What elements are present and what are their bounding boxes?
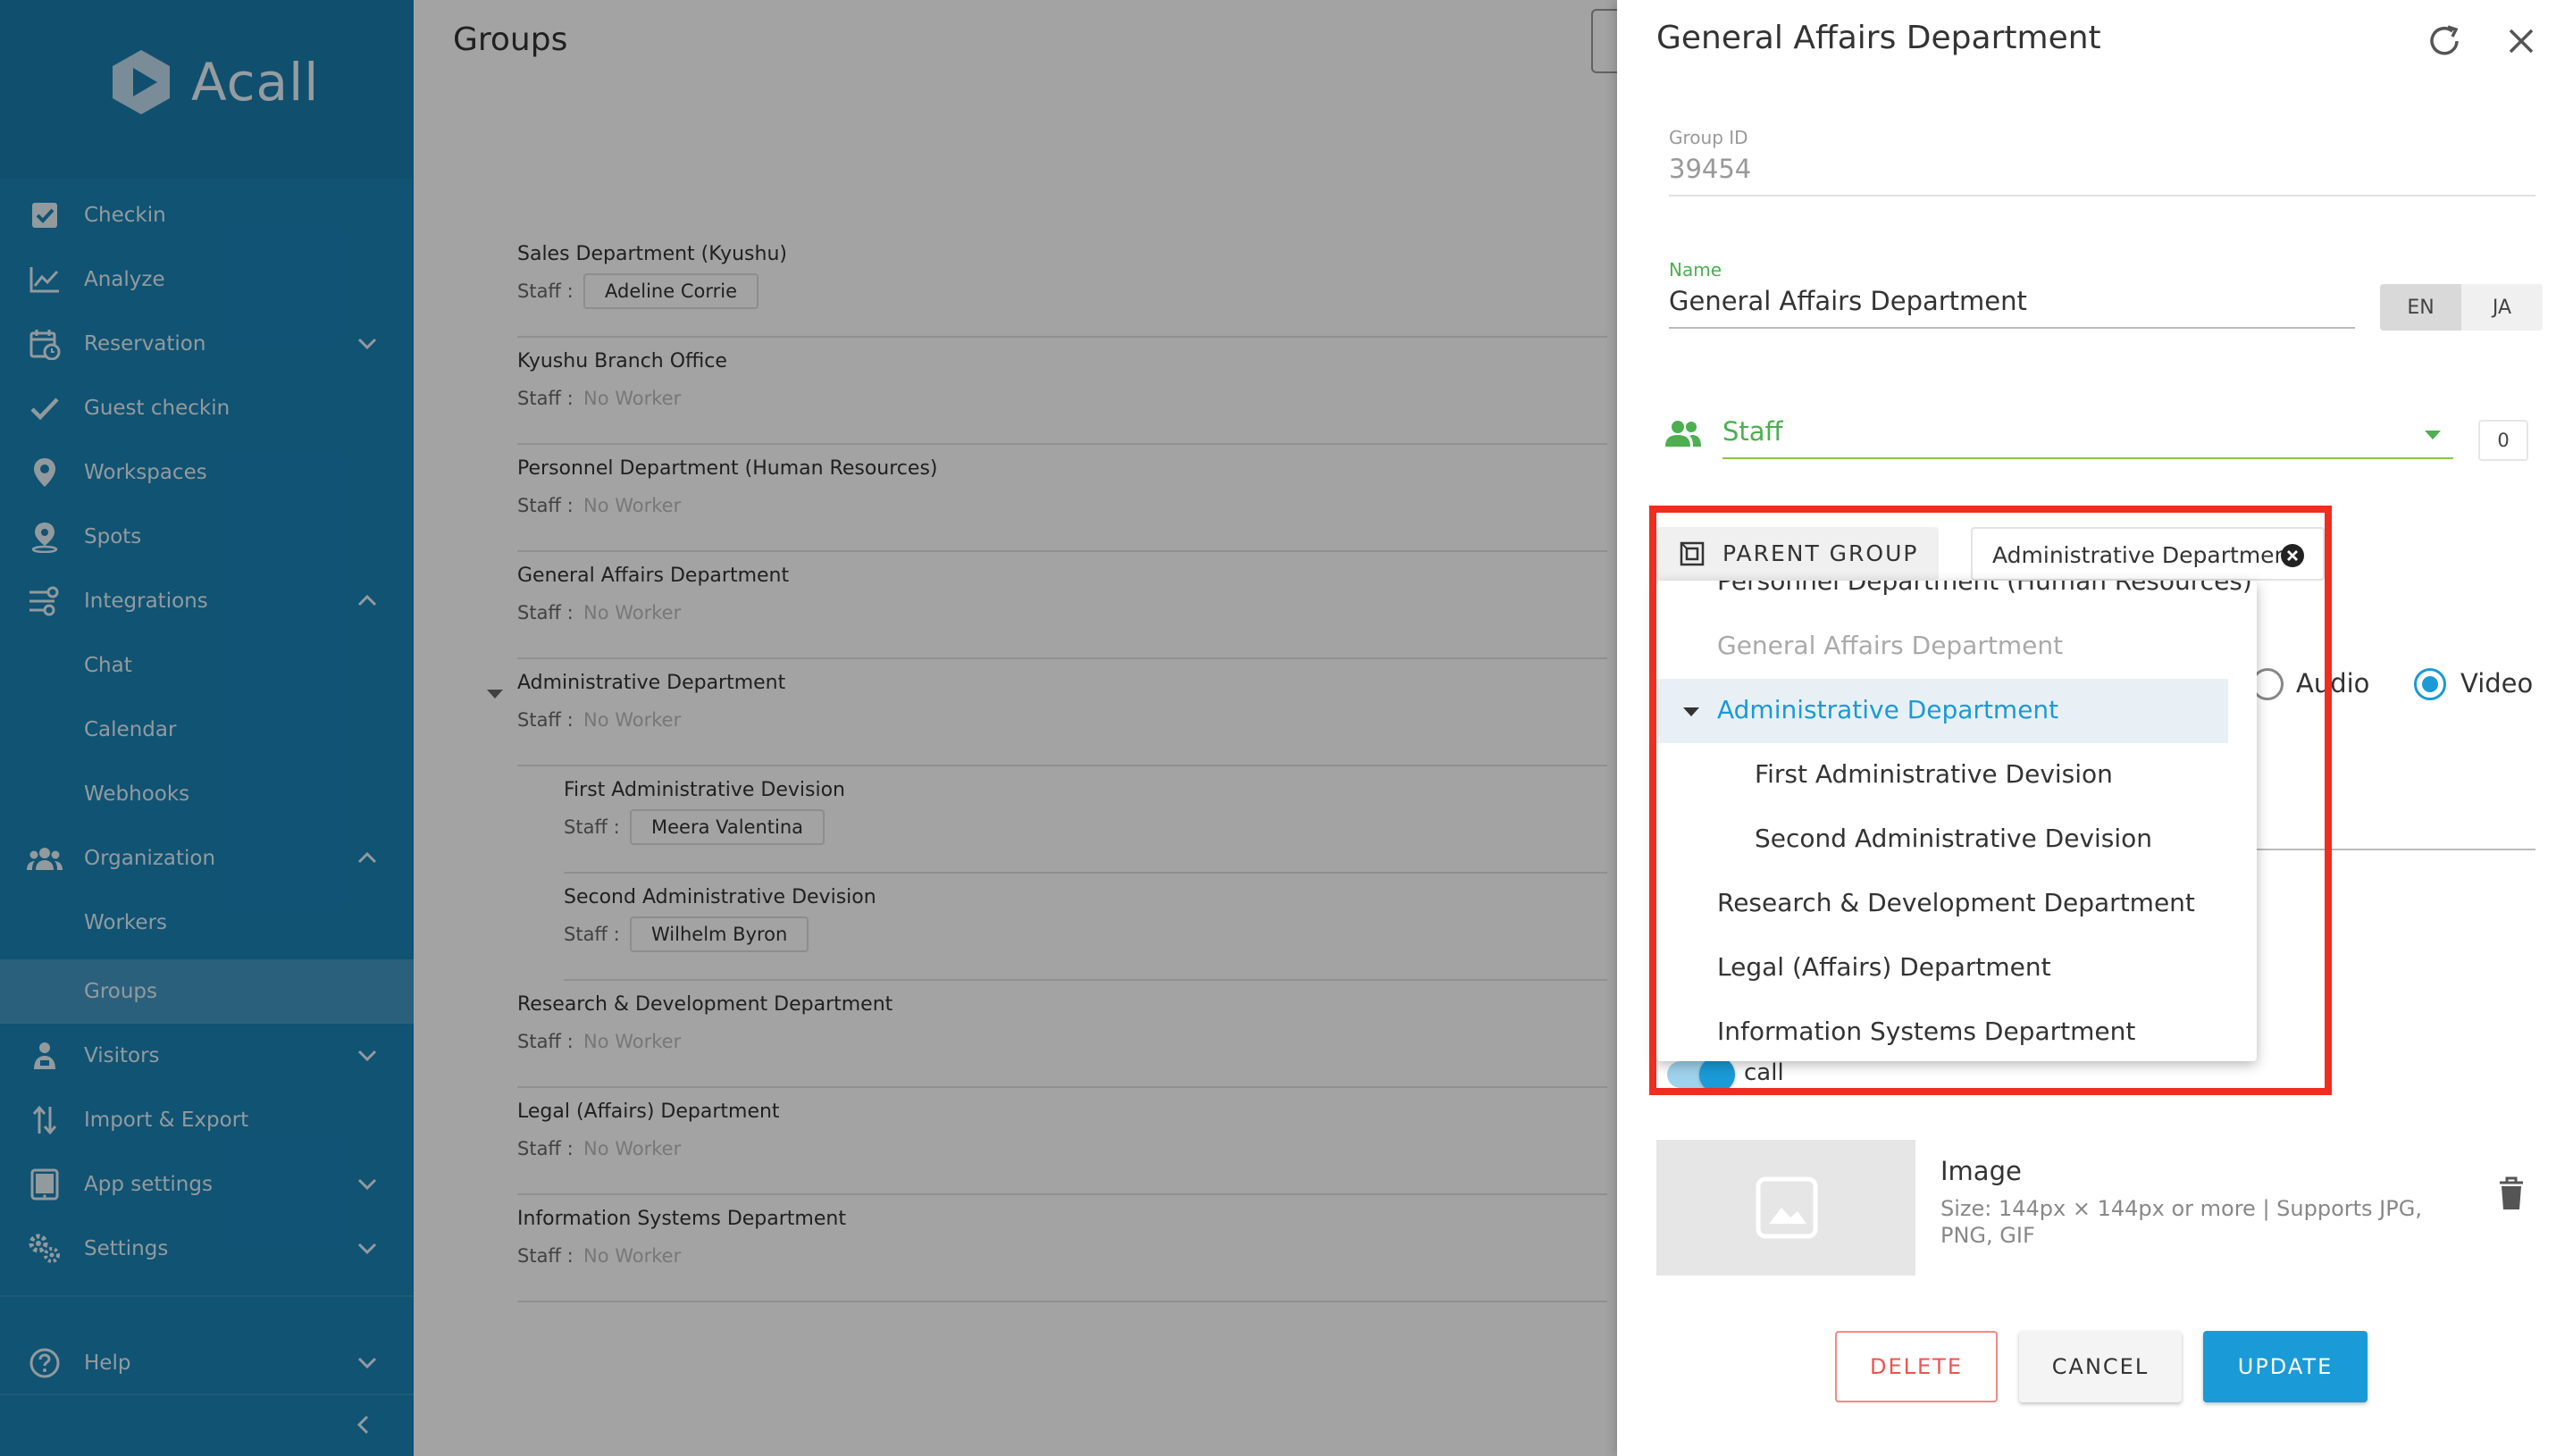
image-icon (1756, 1176, 1818, 1239)
image-title: Image (1940, 1156, 2022, 1186)
trash-icon[interactable] (2496, 1176, 2527, 1211)
dropdown-caret-icon[interactable] (2425, 431, 2441, 439)
staff-count: 0 (2478, 420, 2528, 461)
language-toggle: EN JA (2380, 284, 2543, 331)
video-radio[interactable] (2414, 668, 2446, 700)
video-radio-label: Video (2460, 668, 2534, 699)
image-placeholder[interactable] (1656, 1140, 1915, 1276)
panel-title: General Affairs Department (1656, 20, 2101, 56)
staff-underline (1722, 457, 2453, 459)
lang-en-button[interactable]: EN (2380, 284, 2461, 331)
refresh-icon[interactable] (2425, 21, 2464, 61)
modal-backdrop[interactable] (0, 0, 1617, 1456)
name-field[interactable]: General Affairs Department (1669, 286, 2027, 316)
group-id-label: Group ID (1669, 127, 1748, 148)
staff-select[interactable]: Staff (1722, 416, 1783, 447)
group-id-underline (1669, 195, 2535, 197)
image-description: Size: 144px × 144px or more | Supports J… (1940, 1196, 2422, 1248)
group-id-value: 39454 (1669, 154, 1752, 184)
delete-button[interactable]: DELETE (1835, 1331, 1998, 1402)
people-icon (1665, 421, 1701, 447)
close-icon[interactable] (2503, 23, 2539, 59)
update-button[interactable]: UPDATE (2203, 1331, 2368, 1402)
annotation-highlight-box (1649, 506, 2332, 1095)
name-underline (1669, 327, 2355, 329)
name-label: Name (1669, 259, 1722, 280)
cancel-button[interactable]: CANCEL (2019, 1331, 2182, 1402)
lang-ja-button[interactable]: JA (2461, 284, 2543, 331)
